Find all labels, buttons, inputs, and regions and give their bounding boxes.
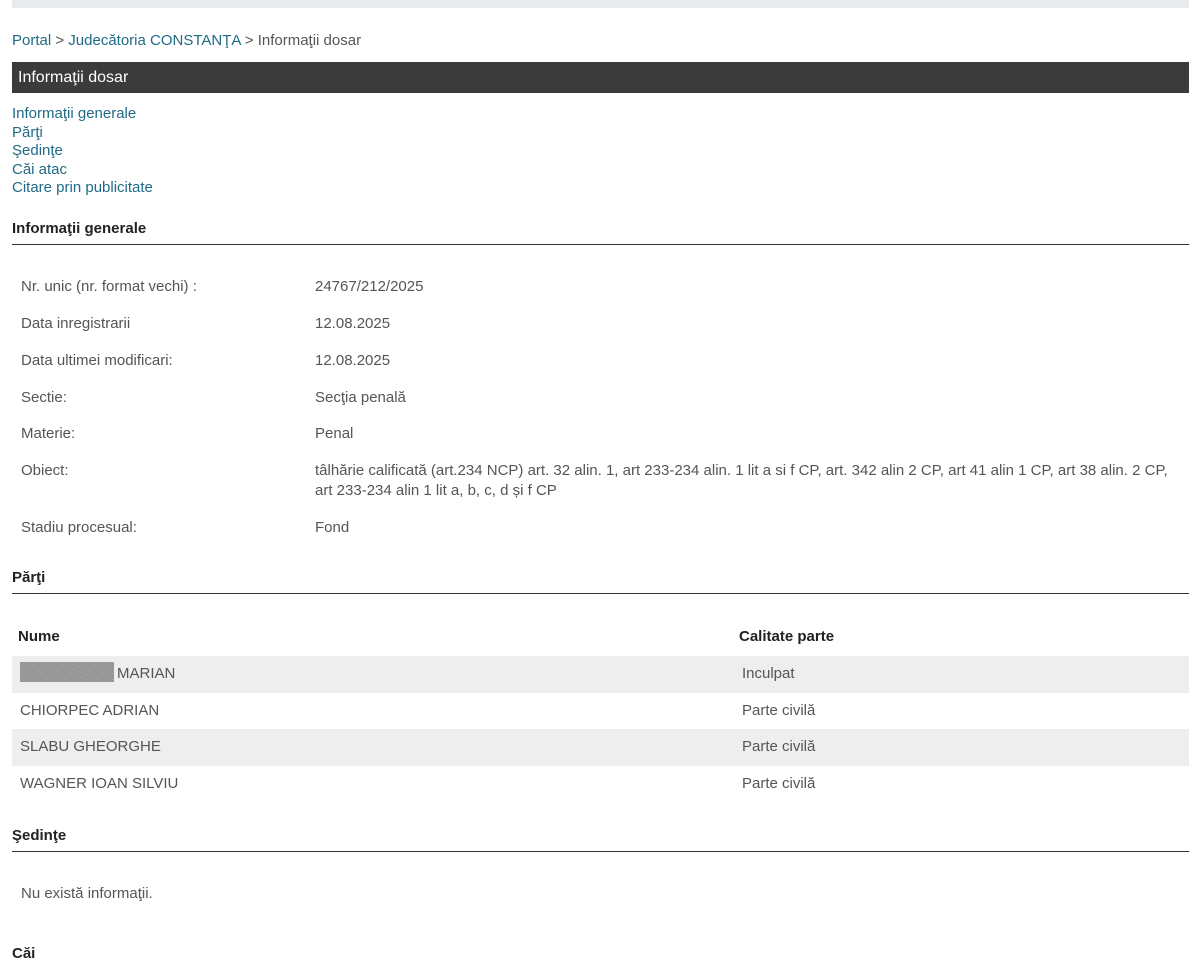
table-row: CHIORPEC ADRIAN Parte civilă — [12, 693, 1189, 730]
info-label: Data ultimei modificari: — [21, 352, 173, 369]
info-value: 12.08.2025 — [315, 352, 391, 369]
sedinte-empty-message: Nu există informaţii. — [21, 885, 153, 902]
party-role: Parte civilă — [742, 738, 816, 756]
info-value: Fond — [315, 519, 350, 536]
breadcrumb-current: Informaţii dosar — [257, 32, 362, 49]
info-value: Secţia penală — [315, 389, 406, 406]
section-heading-informatii: Informaţii generale — [12, 219, 1189, 245]
info-label: Materie: — [21, 425, 76, 442]
breadcrumb-portal-link[interactable]: Portal — [12, 32, 51, 49]
parti-table: Nume Calitate parte MARIAN Inculpat CHIO… — [12, 626, 1189, 803]
page-title: Informaţii dosar — [12, 62, 1189, 93]
nav-link-informatii-generale[interactable]: Informaţii generale — [12, 105, 153, 124]
info-value: tâlhărie calificată (art.234 NCP) art. 3… — [315, 462, 1168, 499]
table-row: SLABU GHEORGHE Parte civilă — [12, 729, 1189, 767]
party-role: Parte civilă — [742, 775, 816, 793]
party-name: WAGNER IOAN SILVIU — [20, 775, 179, 793]
info-value: 24767/212/2025 — [315, 278, 424, 295]
table-row: WAGNER IOAN SILVIU Parte civilă — [12, 766, 1189, 803]
table-row: MARIAN Inculpat — [12, 656, 1189, 693]
nav-link-parti[interactable]: Părţi — [12, 124, 153, 143]
nav-link-cai-atac[interactable]: Căi atac — [12, 161, 153, 180]
breadcrumb-separator: > — [244, 32, 254, 49]
redacted-block — [20, 662, 114, 682]
section-heading-parti: Părţi — [12, 568, 1189, 594]
info-label: Sectie: — [21, 389, 67, 406]
party-role: Parte civilă — [742, 701, 816, 719]
party-name: SLABU GHEORGHE — [20, 738, 161, 756]
breadcrumb-separator: > — [55, 32, 65, 49]
table-header: Nume Calitate parte — [12, 626, 1189, 656]
party-role: Inculpat — [742, 665, 795, 682]
info-value: Penal — [315, 425, 354, 442]
info-label: Nr. unic (nr. format vechi) : — [21, 278, 197, 295]
party-name: CHIORPEC ADRIAN — [20, 701, 160, 719]
info-value: 12.08.2025 — [315, 315, 391, 332]
section-nav: Informaţii generale Părţi Şedinţe Căi at… — [12, 105, 153, 198]
breadcrumb: Portal > Judecătoria CONSTANŢA > Informa… — [12, 31, 361, 51]
column-header-nume: Nume — [18, 628, 60, 645]
nav-link-citare[interactable]: Citare prin publicitate — [12, 179, 153, 198]
breadcrumb-court-link[interactable]: Judecătoria CONSTANŢA — [68, 32, 240, 49]
column-header-calitate: Calitate parte — [739, 628, 835, 645]
section-heading-sedinte: Şedinţe — [12, 826, 1189, 852]
party-name: MARIAN — [20, 656, 175, 692]
info-label: Stadiu procesual: — [21, 519, 137, 536]
party-name-text: MARIAN — [117, 665, 176, 682]
info-label: Data inregistrarii — [21, 315, 131, 332]
nav-link-sedinte[interactable]: Şedinţe — [12, 142, 153, 161]
info-label: Obiect: — [21, 462, 69, 479]
top-bar — [12, 0, 1189, 8]
section-heading-cai-atac: Căi — [12, 945, 36, 962]
